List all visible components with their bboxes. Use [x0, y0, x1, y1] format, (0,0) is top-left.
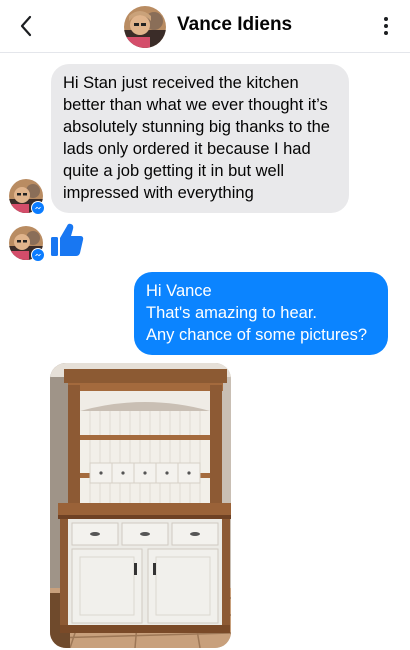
- more-vertical-icon: [384, 17, 388, 21]
- messenger-badge-icon: [31, 201, 45, 215]
- more-options-button[interactable]: [376, 14, 396, 38]
- message-line: That's amazing to hear.: [146, 304, 317, 322]
- back-button[interactable]: [14, 12, 38, 40]
- messenger-badge-icon: [31, 248, 45, 262]
- kitchen-dresser-photo: [50, 363, 231, 648]
- chevron-left-icon: [20, 15, 32, 37]
- outgoing-message-bubble[interactable]: Hi Vance That's amazing to hear. Any cha…: [134, 272, 388, 355]
- message-line: Any chance of some pictures?: [146, 326, 368, 344]
- contact-name[interactable]: Vance Idiens: [177, 14, 292, 36]
- sender-avatar[interactable]: [9, 179, 45, 215]
- message-line: Hi Vance: [146, 282, 212, 300]
- incoming-message-bubble[interactable]: Hi Stan just received the kitchen better…: [51, 64, 349, 213]
- thumbs-up-icon[interactable]: [50, 222, 84, 258]
- sender-avatar[interactable]: [9, 226, 45, 262]
- chat-header: Vance Idiens: [0, 0, 410, 53]
- contact-avatar[interactable]: [124, 6, 166, 48]
- photo-attachment[interactable]: [50, 363, 231, 648]
